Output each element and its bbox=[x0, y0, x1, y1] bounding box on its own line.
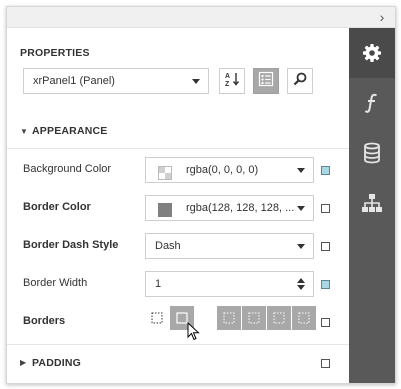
side-tab-bar bbox=[349, 28, 395, 383]
border-right-icon bbox=[273, 312, 285, 324]
borders-label: Borders bbox=[23, 315, 66, 327]
categorized-button[interactable] bbox=[253, 68, 279, 94]
border-bottom-button[interactable] bbox=[292, 306, 316, 330]
border-color-label: Border Color bbox=[23, 201, 91, 213]
border-width-spinner[interactable]: 1 bbox=[145, 271, 314, 297]
hierarchy-icon bbox=[361, 193, 383, 213]
property-marker[interactable] bbox=[321, 359, 330, 368]
border-dash-style-label: Border Dash Style bbox=[23, 239, 119, 251]
border-all-button[interactable] bbox=[145, 306, 169, 330]
properties-pane: PROPERTIES xrPanel1 (Panel) A Z ▼ APPEAR… bbox=[7, 28, 349, 383]
function-icon bbox=[362, 92, 382, 114]
background-color-row: Background Color rgba(0, 0, 0, 0) bbox=[7, 152, 349, 190]
appearance-section-header[interactable]: ▼ APPEARANCE bbox=[7, 119, 349, 145]
component-selector-value: xrPanel1 (Panel) bbox=[33, 75, 115, 87]
property-marker[interactable] bbox=[321, 204, 330, 213]
panel-topbar: › bbox=[7, 7, 395, 28]
chevron-down-icon bbox=[297, 206, 305, 211]
border-all-dotted-icon bbox=[151, 312, 163, 324]
expressions-tab[interactable] bbox=[349, 78, 395, 128]
spin-up-icon[interactable] bbox=[297, 278, 305, 283]
border-top-icon bbox=[248, 312, 260, 324]
border-left-icon bbox=[223, 312, 235, 324]
border-bottom-icon bbox=[298, 312, 310, 324]
color-swatch bbox=[158, 203, 172, 217]
component-selector[interactable]: xrPanel1 (Panel) bbox=[23, 68, 209, 94]
property-marker-modified[interactable] bbox=[321, 166, 330, 175]
collapsed-arrow-icon: ▶ bbox=[20, 358, 27, 367]
svg-text:Z: Z bbox=[225, 81, 230, 87]
sort-alphabetical-button[interactable]: A Z bbox=[219, 68, 245, 94]
appearance-section-label: APPEARANCE bbox=[32, 125, 108, 137]
border-dash-style-editor[interactable]: Dash bbox=[145, 233, 314, 259]
properties-window: › PROPERTIES xrPanel1 (Panel) A Z ▼ APPE… bbox=[6, 6, 396, 384]
border-dash-style-row: Border Dash Style Dash bbox=[7, 228, 349, 266]
report-explorer-tab[interactable] bbox=[349, 178, 395, 228]
padding-section-header[interactable]: ▶ PADDING bbox=[7, 351, 349, 377]
border-width-row: Border Width 1 bbox=[7, 266, 349, 304]
search-icon bbox=[292, 71, 308, 92]
property-marker-modified[interactable] bbox=[321, 280, 330, 289]
properties-tab[interactable] bbox=[349, 28, 395, 78]
property-marker[interactable] bbox=[321, 318, 330, 327]
properties-title: PROPERTIES bbox=[20, 47, 90, 59]
expanded-arrow-icon: ▼ bbox=[20, 127, 28, 136]
border-width-value: 1 bbox=[155, 278, 162, 290]
background-color-editor[interactable]: rgba(0, 0, 0, 0) bbox=[145, 157, 314, 183]
property-marker[interactable] bbox=[321, 242, 330, 251]
chevron-down-icon bbox=[297, 244, 305, 249]
chevron-down-icon bbox=[297, 168, 305, 173]
sort-alphabetical-icon: A Z bbox=[224, 71, 240, 92]
section-divider bbox=[7, 344, 349, 345]
background-color-value: rgba(0, 0, 0, 0) bbox=[186, 164, 259, 176]
border-color-value: rgba(128, 128, 128, ... bbox=[186, 202, 295, 214]
collapse-panel-button[interactable]: › bbox=[375, 9, 389, 25]
svg-text:A: A bbox=[225, 73, 230, 80]
border-color-row: Border Color rgba(128, 128, 128, ... bbox=[7, 190, 349, 228]
border-width-label: Border Width bbox=[23, 277, 88, 289]
border-left-button[interactable] bbox=[217, 306, 241, 330]
border-right-button[interactable] bbox=[267, 306, 291, 330]
padding-section-label: PADDING bbox=[32, 357, 82, 369]
chevron-down-icon bbox=[192, 79, 200, 84]
section-divider bbox=[7, 148, 349, 149]
database-icon bbox=[363, 142, 381, 164]
borders-row: Borders bbox=[7, 304, 349, 342]
categorized-list-icon bbox=[258, 71, 274, 92]
data-source-tab[interactable] bbox=[349, 128, 395, 178]
background-color-label: Background Color bbox=[23, 163, 112, 175]
transparent-swatch-icon bbox=[158, 165, 172, 180]
gear-icon bbox=[362, 43, 382, 63]
spin-down-icon[interactable] bbox=[297, 285, 305, 290]
search-button[interactable] bbox=[287, 68, 313, 94]
border-top-button[interactable] bbox=[242, 306, 266, 330]
border-dash-style-value: Dash bbox=[155, 240, 181, 252]
border-color-editor[interactable]: rgba(128, 128, 128, ... bbox=[145, 195, 314, 221]
